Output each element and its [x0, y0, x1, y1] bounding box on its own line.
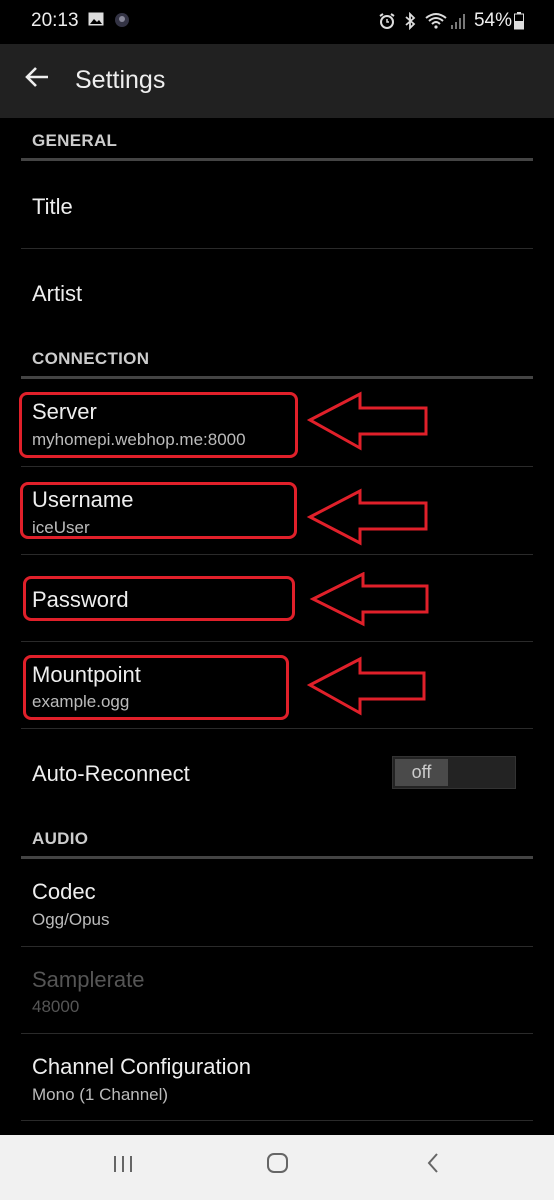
- divider: [21, 1120, 533, 1121]
- toggle-thumb: off: [395, 759, 448, 786]
- app-bar: Settings: [0, 44, 554, 118]
- page-title: Settings: [75, 66, 166, 94]
- setting-codec-value: Ogg/Opus: [32, 910, 110, 929]
- divider: [21, 248, 533, 249]
- battery-icon: [514, 12, 524, 34]
- divider: [21, 728, 533, 729]
- setting-samplerate-value: 48000: [32, 997, 80, 1016]
- annotation-box-server: [19, 392, 298, 458]
- back-icon[interactable]: [425, 1151, 441, 1182]
- section-header-audio: AUDIO: [32, 829, 89, 848]
- alarm-icon: [378, 12, 396, 34]
- annotation-arrow-server: [306, 391, 428, 451]
- section-divider: [21, 856, 533, 859]
- section-header-general: GENERAL: [32, 131, 118, 150]
- setting-channel-label: Channel Configuration: [32, 1054, 251, 1079]
- divider: [21, 1033, 533, 1034]
- setting-codec-label: Codec: [32, 879, 96, 904]
- image-icon: [88, 12, 104, 30]
- signal-icon: [450, 12, 466, 34]
- divider: [21, 946, 533, 947]
- status-time: 20:13: [31, 10, 79, 31]
- setting-artist-label: Artist: [32, 281, 83, 306]
- arrow-left-icon[interactable]: [24, 64, 50, 96]
- annotation-arrow-password: [309, 572, 429, 627]
- setting-channel-value: Mono (1 Channel): [32, 1085, 169, 1104]
- divider: [21, 641, 533, 642]
- section-divider: [21, 158, 533, 161]
- annotation-arrow-mountpoint: [306, 656, 426, 716]
- status-bar: 20:13 54%: [0, 0, 554, 44]
- system-nav-bar: [0, 1135, 554, 1200]
- setting-title-label: Title: [32, 194, 73, 219]
- setting-auto-reconnect-label: Auto-Reconnect: [32, 761, 190, 786]
- section-divider: [21, 376, 533, 379]
- divider: [21, 466, 533, 467]
- home-icon[interactable]: [266, 1151, 290, 1182]
- annotation-arrow-username: [306, 488, 428, 546]
- setting-samplerate-label: Samplerate: [32, 967, 145, 992]
- recents-icon[interactable]: [112, 1151, 134, 1182]
- section-header-connection: CONNECTION: [32, 349, 150, 368]
- divider: [21, 554, 533, 555]
- wifi-icon: [425, 12, 447, 34]
- battery-percent: 54%: [473, 10, 512, 31]
- auto-reconnect-toggle[interactable]: off: [392, 756, 516, 789]
- bluetooth-icon: [403, 11, 417, 34]
- annotation-box-password: [23, 576, 295, 621]
- annotation-box-username: [20, 482, 297, 539]
- avatar-notification-icon: [114, 12, 130, 32]
- annotation-box-mountpoint: [23, 655, 289, 720]
